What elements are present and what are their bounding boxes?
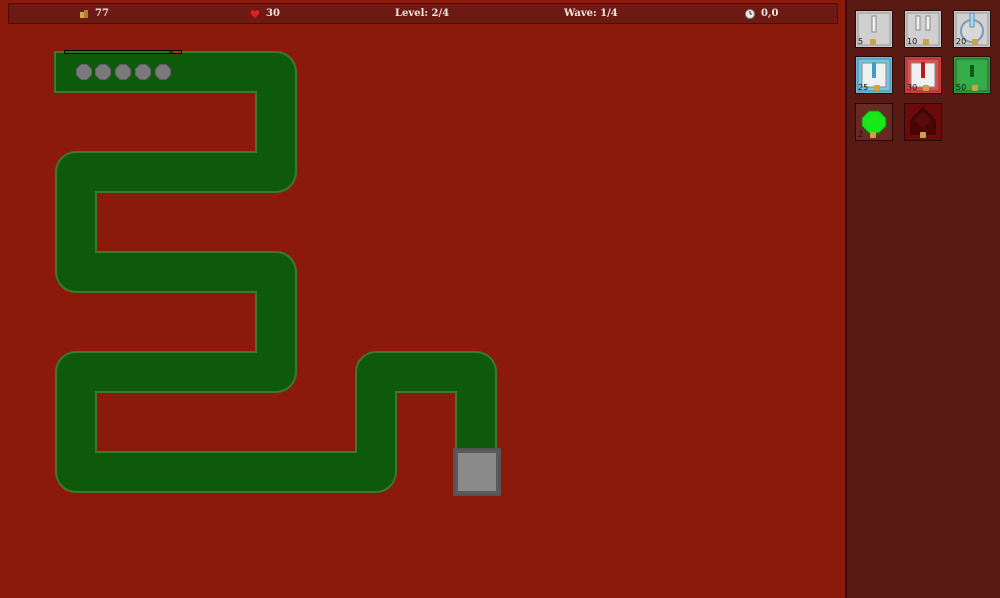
tower-button-single-cannon[interactable]: 5 [855,10,893,48]
enemy-health-bar [64,50,182,54]
clock-icon [745,8,755,19]
lives-value: 30 [266,8,280,19]
tower-cost: 50 [956,83,967,92]
tower-cost: 20 [956,37,967,46]
tower-shop-panel: 5 10 20 25 30 50 2 [845,0,1000,598]
level-indicator: Level: 2/4 [395,8,449,19]
tower-cost: 2 [858,130,864,139]
wave-indicator: Wave: 1/4 [564,8,618,19]
heart-icon [250,9,260,19]
game-map[interactable] [0,0,845,598]
enemy-unit [135,64,151,80]
enemy-path [54,51,497,493]
tower-button-poison[interactable]: 50 [953,56,991,94]
tower-cost: 5 [858,37,864,46]
enemy-health-fill [65,51,170,53]
tower-cost: 30 [907,83,918,92]
enemy-health-missing [173,51,181,53]
enemy-unit [115,64,131,80]
gold-icon [972,85,978,91]
gold-icon [923,39,929,45]
hud-bar: 77 30 Level: 2/4 Wave: 1/4 0,0 [8,3,838,24]
tower-button-dark-upgrade[interactable] [904,103,942,141]
gold-icon [870,39,876,45]
gold-icon [923,85,929,91]
tower-button-double-cannon[interactable]: 10 [904,10,942,48]
enemy-unit [76,64,92,80]
lives-counter: 30 [250,8,280,19]
gold-counter: 77 [79,8,109,19]
tower-button-round-cannon[interactable]: 20 [953,10,991,48]
tower-button-fire[interactable]: 30 [904,56,942,94]
gold-icon [79,9,89,19]
gold-icon [874,85,880,91]
level-value: Level: 2/4 [395,8,450,19]
tower-button-green-octagon[interactable]: 2 [855,103,893,141]
base-tile [453,448,501,496]
enemy-unit [155,64,171,80]
timer-value: 0,0 [761,8,779,19]
tower-cost: 25 [858,83,869,92]
gold-icon [920,132,926,138]
wave-value: Wave: 1/4 [564,8,618,19]
gold-value: 77 [95,8,109,19]
gold-icon [972,39,978,45]
gold-icon [870,132,876,138]
enemy-unit [95,64,111,80]
tower-cost: 10 [907,37,918,46]
tower-button-ice[interactable]: 25 [855,56,893,94]
timer: 0,0 [745,8,778,19]
